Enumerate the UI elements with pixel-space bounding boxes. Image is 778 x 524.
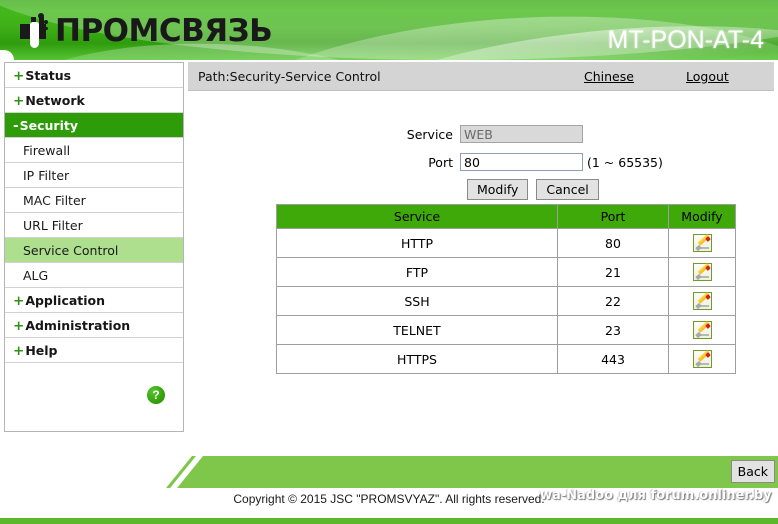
- table-row: HTTPS 443: [276, 344, 736, 374]
- sidebar-item-label: Administration: [25, 318, 131, 333]
- pencil-edit-icon[interactable]: [692, 350, 712, 368]
- brand-logo: ПРОМСВЯЗЬ: [18, 11, 273, 51]
- sidebar-item-help[interactable]: +Help: [5, 338, 183, 363]
- table-header-row: Service Port Modify: [276, 204, 736, 229]
- sidebar-item-network[interactable]: +Network: [5, 88, 183, 113]
- pencil-edit-icon[interactable]: [692, 321, 712, 339]
- table-row: FTP 21: [276, 257, 736, 287]
- service-control-table: Service Port Modify HTTP 80 FTP 21 SSH 2…: [276, 204, 736, 374]
- sidebar-item-label: ALG: [23, 268, 49, 283]
- column-header-port: Port: [557, 204, 669, 229]
- sidebar-item-label: IP Filter: [23, 168, 70, 183]
- footer-band-shape: [166, 456, 778, 488]
- header-banner: ПРОМСВЯЗЬ MT-PON-AT-4: [0, 0, 778, 60]
- language-chinese-link[interactable]: Chinese: [584, 69, 634, 84]
- service-field-label: Service: [406, 126, 453, 142]
- expand-plus-icon: +: [13, 343, 25, 359]
- cell-service: TELNET: [276, 315, 558, 345]
- banner-corner-decoration: [0, 50, 14, 60]
- sidebar-item-url-filter[interactable]: URL Filter: [5, 213, 183, 238]
- sidebar-item-status[interactable]: +Status: [5, 63, 183, 88]
- sidebar-item-label: Firewall: [23, 143, 71, 158]
- sidebar-item-application[interactable]: +Application: [5, 288, 183, 313]
- cell-port: 443: [557, 344, 669, 374]
- port-range-hint: (1 ~ 65535): [587, 154, 663, 170]
- cell-port: 21: [557, 257, 669, 287]
- device-model-label: MT-PON-AT-4: [607, 26, 764, 54]
- cell-modify: [668, 344, 736, 374]
- footer-green-band: [0, 456, 778, 488]
- expand-plus-icon: +: [13, 68, 25, 84]
- pencil-edit-icon[interactable]: [692, 292, 712, 310]
- service-input: [460, 125, 583, 143]
- expand-plus-icon: +: [13, 318, 25, 334]
- sidebar-item-label: URL Filter: [23, 218, 83, 233]
- back-button[interactable]: Back: [730, 460, 775, 483]
- cell-service: HTTP: [276, 228, 558, 258]
- cancel-button[interactable]: Cancel: [536, 179, 599, 200]
- service-field-row: Service: [188, 123, 774, 145]
- main-content: Path:Security-Service Control Chinese Lo…: [188, 62, 774, 432]
- expand-plus-icon: +: [13, 293, 25, 309]
- cell-modify: [668, 286, 736, 316]
- cell-port: 22: [557, 286, 669, 316]
- cell-service: SSH: [276, 286, 558, 316]
- sidebar-item-label: MAC Filter: [23, 193, 86, 208]
- sidebar-item-mac-filter[interactable]: MAC Filter: [5, 188, 183, 213]
- collapse-minus-icon: -: [13, 118, 19, 134]
- cell-port: 80: [557, 228, 669, 258]
- cell-modify: [668, 228, 736, 258]
- cell-service: HTTPS: [276, 344, 558, 374]
- sidebar-item-ip-filter[interactable]: IP Filter: [5, 163, 183, 188]
- pencil-edit-icon[interactable]: [692, 234, 712, 252]
- sidebar-item-label: Service Control: [23, 243, 119, 258]
- sidebar-item-label: Status: [25, 68, 72, 83]
- sidebar-item-label: Security: [19, 118, 78, 133]
- router-admin-page: ПРОМСВЯЗЬ MT-PON-AT-4 +Status +Network -…: [0, 0, 778, 524]
- port-field-row: Port (1 ~ 65535): [188, 151, 774, 173]
- sidebar-item-alg[interactable]: ALG: [5, 263, 183, 288]
- watermark-text: wa-Nadoo для forum.onliner.by: [540, 488, 772, 503]
- help-question-icon[interactable]: ?: [147, 386, 165, 404]
- modify-button[interactable]: Modify: [467, 179, 529, 200]
- sidebar-navigation: +Status +Network -Security Firewall IP F…: [4, 62, 184, 432]
- sidebar-item-label: Help: [25, 343, 58, 358]
- expand-plus-icon: +: [13, 93, 25, 109]
- cell-service: FTP: [276, 257, 558, 287]
- footer-accent-bar: [0, 518, 778, 524]
- brand-name: ПРОМСВЯЗЬ: [55, 12, 273, 49]
- sidebar-item-firewall[interactable]: Firewall: [5, 138, 183, 163]
- form-button-row: Modify Cancel: [467, 179, 774, 200]
- pencil-edit-icon[interactable]: [692, 263, 712, 281]
- port-input[interactable]: [460, 153, 583, 171]
- column-header-modify: Modify: [668, 204, 736, 229]
- sidebar-item-label: Network: [25, 93, 85, 108]
- service-control-table-wrapper: Service Port Modify HTTP 80 FTP 21 SSH 2…: [276, 204, 736, 374]
- cell-port: 23: [557, 315, 669, 345]
- table-row: TELNET 23: [276, 315, 736, 345]
- service-edit-form: Service Port (1 ~ 65535) Modify Cancel: [188, 123, 774, 200]
- breadcrumb-bar: Path:Security-Service Control Chinese Lo…: [188, 62, 774, 91]
- cell-modify: [668, 315, 736, 345]
- table-row: HTTP 80: [276, 228, 736, 258]
- cell-modify: [668, 257, 736, 287]
- breadcrumb: Path:Security-Service Control: [198, 69, 381, 84]
- column-header-service: Service: [276, 204, 558, 229]
- sidebar-item-security[interactable]: -Security: [5, 113, 183, 138]
- logout-link[interactable]: Logout: [686, 69, 729, 84]
- plug-connector-icon: [18, 13, 52, 49]
- page-footer: Back Copyright © 2015 JSC "PROMSVYAZ". A…: [0, 432, 778, 524]
- table-row: SSH 22: [276, 286, 736, 316]
- port-field-label: Port: [428, 154, 453, 170]
- sidebar-item-service-control[interactable]: Service Control: [5, 238, 183, 263]
- sidebar-item-label: Application: [25, 293, 106, 308]
- sidebar-item-administration[interactable]: +Administration: [5, 313, 183, 338]
